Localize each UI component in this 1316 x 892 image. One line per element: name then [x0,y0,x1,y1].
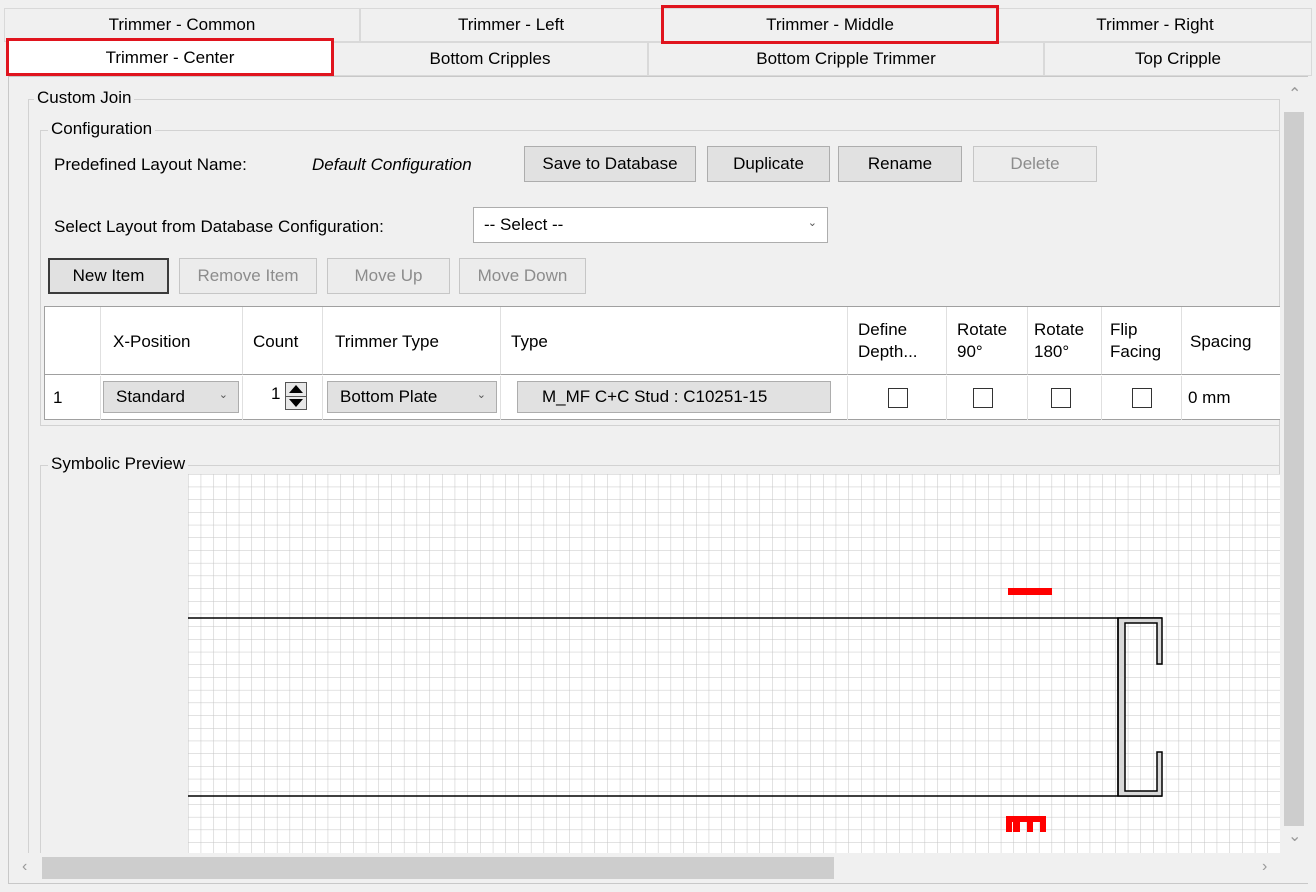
select-layout-label: Select Layout from Database Configuratio… [54,217,384,236]
symbolic-preview-title: Symbolic Preview [48,454,189,474]
tab-trimmer-common[interactable]: Trimmer - Common [4,8,360,42]
layout-select-value: -- Select -- [484,215,564,234]
type-button[interactable]: M_MF C+C Stud : C10251-15 [517,381,831,413]
header-spacing[interactable]: Spacing [1182,307,1285,375]
rotate-180-cell [1028,376,1102,420]
tab-trimmer-right[interactable]: Trimmer - Right [998,8,1312,42]
top-marker [1008,588,1052,595]
predefined-layout-value: Default Configuration [312,155,472,174]
flip-facing-cell [1102,376,1182,420]
spin-up-icon[interactable] [289,385,303,393]
tab-trimmer-left[interactable]: Trimmer - Left [360,8,662,42]
custom-join-title: Custom Join [34,88,135,108]
flip-facing-checkbox[interactable] [1132,388,1152,408]
scroll-up-icon[interactable]: ⌃ [1288,84,1301,104]
count-value[interactable]: 1 [271,384,280,404]
define-depth-checkbox[interactable] [888,388,908,408]
configuration-title: Configuration [48,119,156,139]
x-position-cell: Standard ⌄ [101,376,243,420]
trimmer-type-cell: Bottom Plate ⌄ [323,376,501,420]
rotate-90-cell [947,376,1028,420]
header-rotate-180[interactable]: Rotate 180° [1028,307,1102,375]
spin-down-icon[interactable] [289,399,303,407]
header-define-depth[interactable]: Define Depth... [848,307,947,375]
count-spinner[interactable] [285,382,307,410]
scroll-left-icon[interactable]: ‹ [22,858,27,876]
items-table: X-Position Count Trimmer Type Type Defin… [44,306,1285,420]
horizontal-scroll-thumb[interactable] [42,857,834,879]
x-position-dropdown[interactable]: Standard ⌄ [103,381,239,413]
move-up-button[interactable]: Move Up [327,258,450,294]
tab-top-cripple[interactable]: Top Cripple [1044,42,1312,76]
move-down-button[interactable]: Move Down [459,258,586,294]
scroll-down-icon[interactable]: ⌄ [1288,826,1301,846]
vertical-scroll-thumb[interactable] [1284,112,1304,826]
save-to-database-button[interactable]: Save to Database [524,146,696,182]
type-cell: M_MF C+C Stud : C10251-15 [501,376,848,420]
symbolic-preview-canvas [188,474,1280,854]
tab-bottom-cripple-trimmer[interactable]: Bottom Cripple Trimmer [648,42,1044,76]
chevron-down-icon: ⌄ [476,389,486,401]
rotate-180-checkbox[interactable] [1051,388,1071,408]
define-depth-cell [848,376,947,420]
header-x-position[interactable]: X-Position [101,307,243,375]
delete-button[interactable]: Delete [973,146,1097,182]
header-flip-facing[interactable]: Flip Facing [1102,307,1182,375]
layout-select[interactable]: -- Select -- ⌄ [473,207,828,243]
row-index-cell: 1 [45,376,101,420]
chevron-down-icon: ⌄ [218,389,228,401]
new-item-button[interactable]: New Item [48,258,169,294]
remove-item-button[interactable]: Remove Item [179,258,317,294]
header-trimmer-type[interactable]: Trimmer Type [323,307,501,375]
header-count[interactable]: Count [243,307,323,375]
count-cell: 1 [243,376,323,420]
trimmer-type-dropdown[interactable]: Bottom Plate ⌄ [327,381,497,413]
header-row-index [45,307,101,375]
spacing-cell[interactable]: 0 mm [1182,376,1285,420]
duplicate-button[interactable]: Duplicate [707,146,830,182]
header-rotate-90[interactable]: Rotate 90° [947,307,1028,375]
tab-trimmer-center[interactable]: Trimmer - Center [8,40,332,76]
tab-trimmer-middle[interactable]: Trimmer - Middle [662,8,998,42]
tab-bottom-cripples[interactable]: Bottom Cripples [332,42,648,76]
rename-button[interactable]: Rename [838,146,962,182]
chevron-down-icon: ⌄ [807,217,817,229]
rotate-90-checkbox[interactable] [973,388,993,408]
scroll-right-icon[interactable]: › [1262,858,1267,876]
header-type[interactable]: Type [501,307,848,375]
predefined-layout-label: Predefined Layout Name: [54,155,247,174]
